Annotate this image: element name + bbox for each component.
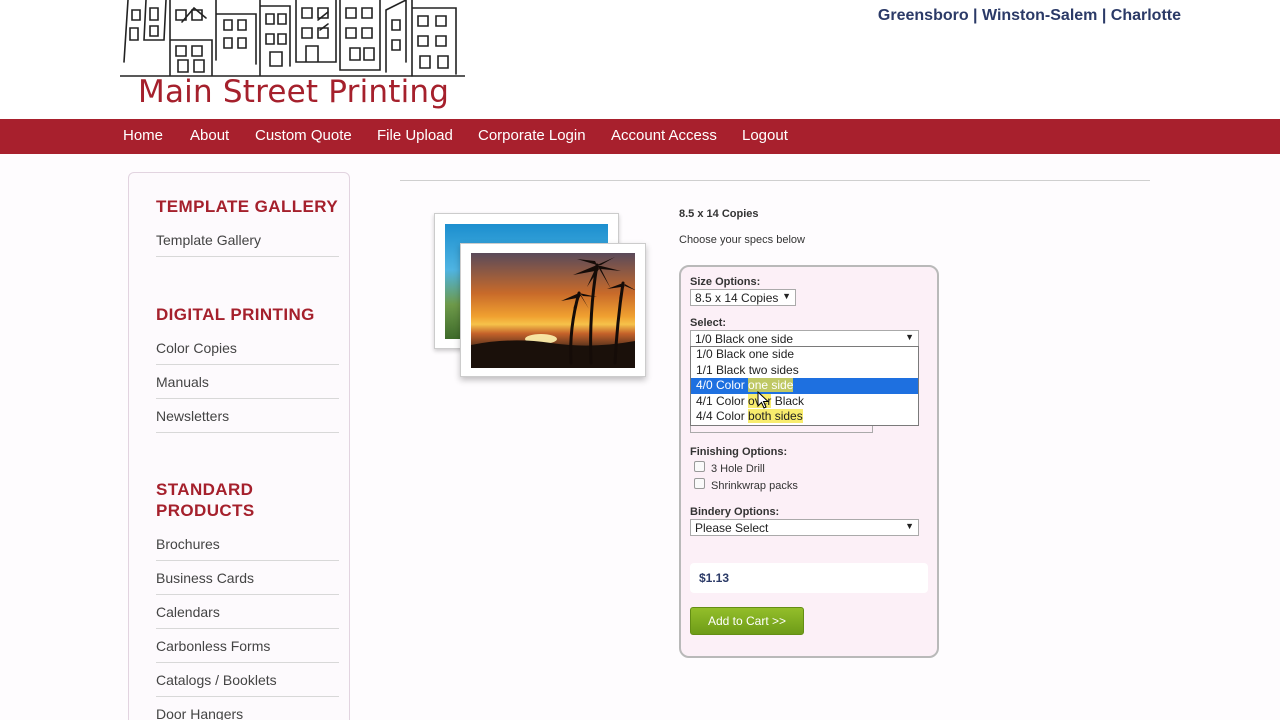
sidebar: TEMPLATE GALLERY Template Gallery DIGITA… (128, 172, 350, 720)
bindery-select-value: Please Select (695, 521, 769, 535)
city-locations: Greensboro | Winston-Salem | Charlotte (877, 7, 1181, 24)
nav-logout[interactable]: Logout (742, 127, 788, 144)
size-select-value: 8.5 x 14 Copies (695, 291, 779, 305)
nav-file-upload[interactable]: File Upload (377, 127, 453, 144)
three-hole-drill-checkbox[interactable] (694, 461, 705, 472)
content-divider (400, 180, 1150, 181)
select-label: Select: (690, 317, 727, 329)
three-hole-drill-label: 3 Hole Drill (711, 463, 765, 475)
product-subtitle: Choose your specs below (679, 234, 805, 246)
triangle-down-icon: ▼ (905, 332, 914, 342)
sidebar-item-calendars[interactable]: Calendars (156, 604, 339, 629)
sidebar-item-carbonless-forms[interactable]: Carbonless Forms (156, 638, 339, 663)
finishing-options-label: Finishing Options: (690, 446, 788, 458)
shrinkwrap-checkbox[interactable] (694, 478, 705, 489)
option-text-highlight: one side (748, 378, 794, 392)
add-to-cart-button[interactable]: Add to Cart >> (690, 607, 804, 635)
nav-home[interactable]: Home (123, 127, 163, 144)
price-box: $1.13 (690, 563, 928, 593)
color-sides-select[interactable]: 1/0 Black one side ▼ (690, 330, 919, 347)
sidebar-item-door-hangers[interactable]: Door Hangers (156, 706, 339, 720)
dropdown-option[interactable]: 1/0 Black one side (691, 347, 918, 363)
sidebar-heading-standard-products: STANDARD PRODUCTS (156, 479, 255, 521)
nav-corporate-login[interactable]: Corporate Login (478, 127, 586, 144)
site-header: Main Street Printing Greensboro | Winsto… (0, 0, 1280, 119)
product-photo-front (460, 243, 646, 377)
dropdown-option[interactable]: 4/4 Color both sides (691, 409, 918, 425)
sidebar-item-brochures[interactable]: Brochures (156, 536, 339, 561)
sidebar-item-template-gallery[interactable]: Template Gallery (156, 232, 339, 257)
sidebar-heading-digital-printing: DIGITAL PRINTING (156, 305, 315, 324)
option-text: 4/1 Color (696, 393, 749, 408)
mouse-cursor-icon (757, 391, 769, 409)
option-text: 4/4 Color (696, 409, 749, 423)
option-text: Black (771, 393, 805, 408)
sidebar-heading-line: STANDARD (156, 480, 254, 499)
sidebar-heading-template-gallery: TEMPLATE GALLERY (156, 197, 339, 216)
main-nav: Home About Custom Quote File Upload Corp… (0, 119, 1280, 154)
nav-account-access[interactable]: Account Access (611, 127, 717, 144)
sidebar-item-manuals[interactable]: Manuals (156, 374, 339, 399)
shrinkwrap-label: Shrinkwrap packs (711, 480, 798, 492)
dropdown-option[interactable]: 1/1 Black two sides (691, 363, 918, 379)
bindery-select[interactable]: Please Select ▼ (690, 519, 919, 536)
dropdown-option[interactable]: 4/1 Color over Black (691, 393, 918, 410)
sunset-palms-image (471, 253, 635, 368)
color-sides-select-value: 1/0 Black one side (695, 332, 794, 346)
price-value: $1.13 (699, 571, 730, 585)
nav-custom-quote[interactable]: Custom Quote (255, 127, 352, 144)
size-select[interactable]: 8.5 x 14 Copies ▼ (690, 289, 796, 306)
option-text-highlight: both sides (748, 409, 803, 423)
sidebar-item-color-copies[interactable]: Color Copies (156, 340, 339, 365)
size-options-label: Size Options: (690, 276, 761, 288)
sidebar-heading-line: PRODUCTS (156, 501, 255, 520)
logo-text[interactable]: Main Street Printing (138, 74, 449, 110)
triangle-down-icon: ▼ (905, 521, 914, 531)
triangle-down-icon: ▼ (782, 291, 791, 301)
nav-about[interactable]: About (190, 127, 229, 144)
bindery-options-label: Bindery Options: (690, 506, 780, 518)
sidebar-item-newsletters[interactable]: Newsletters (156, 408, 339, 433)
sidebar-item-catalogs-booklets[interactable]: Catalogs / Booklets (156, 672, 339, 697)
dropdown-option-selected[interactable]: 4/0 Color one side (691, 378, 918, 394)
color-sides-dropdown: 1/0 Black one side 1/1 Black two sides 4… (690, 346, 919, 426)
option-text: 4/0 Color (696, 378, 749, 392)
product-title: 8.5 x 14 Copies (679, 208, 759, 220)
sidebar-item-business-cards[interactable]: Business Cards (156, 570, 339, 595)
